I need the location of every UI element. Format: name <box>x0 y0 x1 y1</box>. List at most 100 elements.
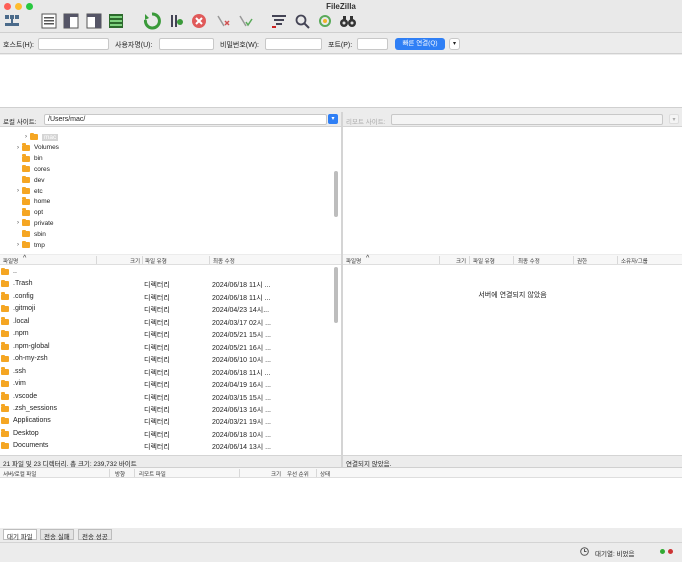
queue-col-direction[interactable]: 방향 <box>115 470 125 478</box>
chevron-right-icon[interactable]: › <box>14 220 22 226</box>
transfer-queue-icon[interactable] <box>107 12 125 30</box>
queue-col-size[interactable]: 크기 <box>271 470 281 478</box>
port-input[interactable] <box>357 38 388 50</box>
queue-col-priority[interactable]: 우선 순위 <box>287 470 309 478</box>
tab-queued-files[interactable]: 대기 파일 <box>3 529 37 541</box>
remote-directory-tree[interactable] <box>343 127 682 254</box>
local-col-size[interactable]: 크기 <box>130 257 140 265</box>
table-row[interactable]: .vscode 디렉터리 2024/03/15 15시 ... <box>0 390 333 403</box>
table-row[interactable]: .npm-global 디렉터리 2024/05/21 16시 ... <box>0 340 333 353</box>
sync-browse-icon[interactable] <box>316 12 334 30</box>
remote-col-size[interactable]: 크기 <box>456 257 466 265</box>
username-input[interactable] <box>159 38 214 50</box>
process-queue-icon[interactable] <box>167 12 185 30</box>
local-tree-icon[interactable] <box>62 12 80 30</box>
tree-item[interactable]: home <box>14 197 50 207</box>
tree-item-label: private <box>34 219 54 227</box>
table-row[interactable]: .local 디렉터리 2024/03/17 02시 ... <box>0 315 333 328</box>
file-name: .oh-my-zsh <box>13 355 48 363</box>
remote-col-filename[interactable]: 파일명 <box>346 257 361 265</box>
chevron-right-icon[interactable]: › <box>14 145 22 151</box>
table-row[interactable]: .. <box>0 265 333 278</box>
table-row[interactable]: .Trash 디렉터리 2024/06/18 11시 ... <box>0 277 333 290</box>
folder-icon <box>1 317 9 325</box>
queue-tabs: 대기 파일 전송 실패 전송 성공 <box>0 528 682 542</box>
message-log[interactable] <box>0 55 682 108</box>
pane-splitter[interactable] <box>341 112 343 467</box>
disconnect-icon[interactable] <box>214 12 232 30</box>
password-input[interactable] <box>265 38 322 50</box>
reconnect-icon[interactable] <box>236 12 254 30</box>
folder-icon <box>22 229 30 238</box>
remote-path-input[interactable] <box>391 114 663 125</box>
file-name: .vim <box>13 380 26 388</box>
tree-item[interactable]: bin <box>14 154 43 164</box>
table-row[interactable]: .npm 디렉터리 2024/05/21 15시 ... <box>0 327 333 340</box>
remote-col-modified[interactable]: 최종 수정 <box>518 257 540 265</box>
table-row[interactable]: .config 디렉터리 2024/06/18 11시 ... <box>0 290 333 303</box>
remote-path-dropdown[interactable]: ▾ <box>669 114 679 124</box>
folder-icon <box>22 240 30 248</box>
table-row[interactable]: Desktop 디렉터리 2024/06/18 10시 ... <box>0 427 333 440</box>
transfer-queue[interactable]: 서버/로컬 파일 방향 리모트 파일 크기 우선 순위 상태 <box>0 467 682 528</box>
file-name: .local <box>13 317 30 325</box>
chevron-right-icon[interactable]: › <box>22 134 30 140</box>
table-row[interactable]: .vim 디렉터리 2024/04/19 16시 ... <box>0 377 333 390</box>
local-files-scrollbar[interactable] <box>334 267 338 323</box>
remote-tree-icon[interactable] <box>85 12 103 30</box>
local-path-input[interactable]: /Users/mac/ <box>44 114 327 125</box>
queue-col-status[interactable]: 상태 <box>320 470 330 478</box>
local-tree-scrollbar[interactable] <box>334 171 338 217</box>
local-col-filename[interactable]: 파일명 <box>3 257 18 265</box>
quickconnect-history-dropdown[interactable]: ▾ <box>449 38 460 50</box>
tab-failed-transfers[interactable]: 전송 실패 <box>40 529 74 541</box>
tree-item[interactable]: sbin <box>14 229 46 239</box>
table-row[interactable]: .ssh 디렉터리 2024/06/18 11시 ... <box>0 365 333 378</box>
tree-item[interactable]: › etc <box>14 186 43 196</box>
tab-successful-transfers[interactable]: 전송 성공 <box>78 529 112 541</box>
table-row[interactable]: Applications 디렉터리 2024/03/21 19시 ... <box>0 414 333 427</box>
folder-icon <box>22 197 30 205</box>
queue-col-local-file[interactable]: 서버/로컬 파일 <box>3 470 36 478</box>
tree-item[interactable]: › tmp <box>14 240 45 250</box>
quickconnect-button[interactable]: 빠른 연결(Q) <box>395 38 445 50</box>
local-col-modified[interactable]: 최종 수정 <box>213 257 235 265</box>
queue-col-remote-file[interactable]: 리모트 파일 <box>139 470 166 478</box>
filter-icon[interactable] <box>270 12 288 30</box>
file-name: .config <box>13 292 34 300</box>
local-file-list[interactable]: .. .Trash 디렉터리 2024/06/18 11시 ... .config 디렉터… <box>0 265 341 455</box>
message-log-icon[interactable] <box>40 12 58 30</box>
refresh-icon[interactable] <box>143 12 161 30</box>
remote-col-permissions[interactable]: 권한 <box>577 257 587 265</box>
table-row[interactable]: .oh-my-zsh 디렉터리 2024/06/10 10시 ... <box>0 352 333 365</box>
folder-icon <box>1 279 9 288</box>
host-input[interactable] <box>38 38 109 50</box>
sort-ascending-icon: ^ <box>366 255 370 262</box>
site-manager-icon[interactable] <box>3 12 21 30</box>
tree-item[interactable]: › Volumes <box>14 143 59 153</box>
local-directory-tree[interactable]: › mac › Volumes bin cores dev › etc home opt › priva… <box>0 127 341 254</box>
search-icon[interactable] <box>339 12 357 30</box>
folder-icon <box>1 342 9 350</box>
remote-col-owner[interactable]: 소유자/그룹 <box>621 257 648 265</box>
remote-col-type[interactable]: 파일 유형 <box>473 257 495 265</box>
folder-icon <box>1 429 9 437</box>
table-row[interactable]: Documents 디렉터리 2024/06/14 13시 ... <box>0 439 333 452</box>
table-row[interactable]: .zsh_sessions 디렉터리 2024/06/13 16시 ... <box>0 402 333 415</box>
tree-item[interactable]: › mac <box>22 132 59 142</box>
chevron-right-icon[interactable]: › <box>14 188 22 194</box>
tree-item[interactable]: › private <box>14 218 54 228</box>
cancel-icon[interactable] <box>190 12 208 30</box>
local-path-dropdown[interactable]: ▾ <box>328 114 338 124</box>
chevron-right-icon[interactable]: › <box>14 242 22 248</box>
compare-icon[interactable] <box>293 12 311 30</box>
table-row[interactable]: .gitmoji 디렉터리 2024/04/23 14시... <box>0 302 333 315</box>
remote-file-list[interactable]: 서버에 연결되지 않았음 <box>343 265 682 455</box>
local-col-type[interactable]: 파일 유형 <box>145 257 167 265</box>
tree-item[interactable]: dev <box>14 175 44 185</box>
tree-item[interactable]: opt <box>14 208 43 218</box>
tree-item[interactable]: cores <box>14 164 50 174</box>
file-name: Applications <box>13 417 51 425</box>
file-name: .Trash <box>13 280 33 288</box>
tree-item-label: bin <box>34 155 43 163</box>
